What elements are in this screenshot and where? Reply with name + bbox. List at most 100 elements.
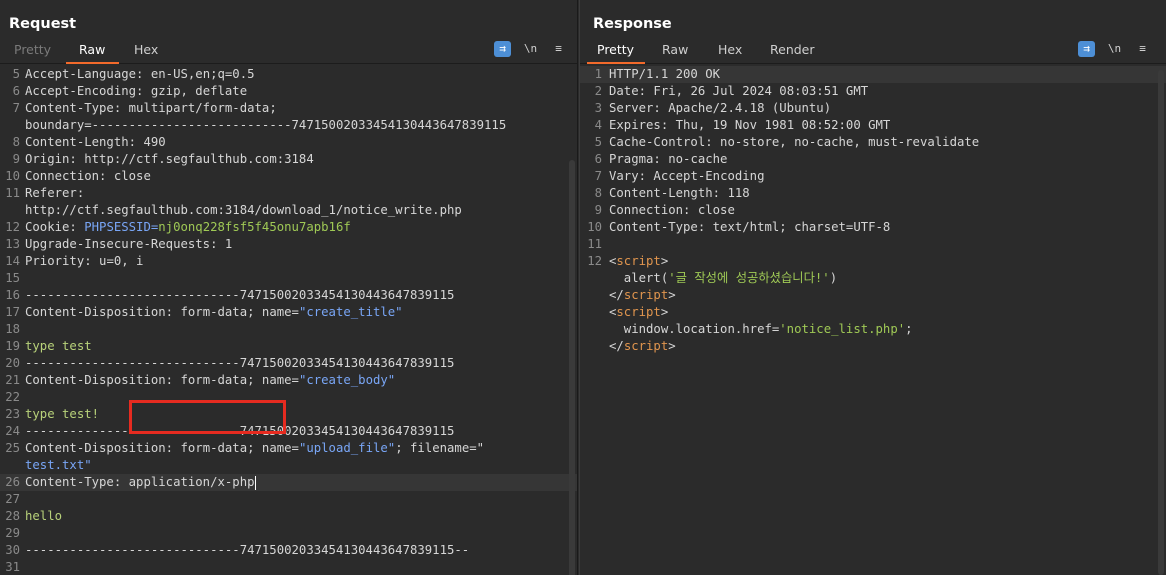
line-number: 15 xyxy=(5,271,20,285)
code-text: ; xyxy=(905,322,913,336)
line-number: 23 xyxy=(5,407,20,421)
line-content: </script> xyxy=(609,287,676,304)
header-value: 490 xyxy=(136,135,166,149)
request-editor[interactable]: 5 Accept-Language: en-US,en;q=0.5 6 Accept-… xyxy=(0,65,577,575)
header-name: Pragma: xyxy=(609,152,661,166)
line-number: 22 xyxy=(5,390,20,404)
line-content: http://ctf.segfaulthub.com:3184/download… xyxy=(25,202,462,219)
code-line: </script> xyxy=(580,338,1166,355)
code-line: 17 Content-Disposition: form-data; name="… xyxy=(0,304,577,321)
header-value: 118 xyxy=(720,186,750,200)
tag-bracket: > xyxy=(660,305,669,319)
request-scrollbar[interactable] xyxy=(569,160,575,575)
line-content: -----------------------------74715002033… xyxy=(25,423,454,440)
code-line: alert('글 작성에 성공하셨습니다!') xyxy=(580,270,1166,287)
tab-hex[interactable]: Hex xyxy=(134,42,158,57)
tab-raw[interactable]: Raw xyxy=(79,42,105,57)
line-content: Cookie: PHPSESSID=nj0onq228fsf5f45onu7ap… xyxy=(25,219,351,236)
wrap-lines-icon[interactable]: ⇉ xyxy=(494,41,511,57)
tag-bracket: > xyxy=(660,254,669,268)
line-content: Content-Type: multipart/form-data; xyxy=(25,100,277,117)
code-line: 20 -----------------------------747150020… xyxy=(0,355,577,372)
code-line: 6 Accept-Encoding: gzip, deflate xyxy=(0,83,577,100)
line-content: Content-Length: 118 xyxy=(609,185,750,202)
string-literal: 'notice_list.php' xyxy=(779,322,906,336)
code-line: 11 Referer: xyxy=(0,185,577,202)
body-text: type test! xyxy=(25,407,100,421)
tab-raw[interactable]: Raw xyxy=(662,42,688,57)
line-number: 2 xyxy=(594,84,602,98)
response-editor[interactable]: 1 HTTP/1.1 200 OK 2 Date: Fri, 26 Jul 2024 … xyxy=(580,65,1166,575)
line-content: Server: Apache/2.4.18 (Ubuntu) xyxy=(609,100,831,117)
show-newlines-icon[interactable]: \n xyxy=(522,41,539,57)
tab-pretty[interactable]: Pretty xyxy=(597,42,634,57)
body-text: type test xyxy=(25,339,92,353)
code-line: <script> xyxy=(580,304,1166,321)
line-number: 3 xyxy=(594,101,602,115)
header-value: alert( xyxy=(609,271,669,285)
code-line: 9 Connection: close xyxy=(580,202,1166,219)
code-line: 15 xyxy=(0,270,577,287)
code-line: window.location.href='notice_list.php'; xyxy=(580,321,1166,338)
code-line: 14 Priority: u=0, i xyxy=(0,253,577,270)
line-content: Priority: u=0, i xyxy=(25,253,143,270)
line-number: 8 xyxy=(594,186,602,200)
header-name: HTTP/1.1 200 OK xyxy=(609,67,721,81)
tag-name: script xyxy=(616,254,661,268)
header-value: http://ctf.segfaulthub.com:3184 xyxy=(76,152,314,166)
quoted-value: "create_body" xyxy=(298,373,396,387)
line-content: Origin: http://ctf.segfaulthub.com:3184 xyxy=(25,151,314,168)
code-line: 12 <script> xyxy=(580,253,1166,270)
line-number: 14 xyxy=(5,254,20,268)
line-number: 7 xyxy=(12,101,20,115)
header-value: window.location.href= xyxy=(609,322,780,336)
tab-render[interactable]: Render xyxy=(770,42,815,57)
menu-icon[interactable]: ≡ xyxy=(550,41,567,57)
menu-icon[interactable]: ≡ xyxy=(1134,41,1151,57)
tab-hex[interactable]: Hex xyxy=(718,42,742,57)
code-line: 7 Vary: Accept-Encoding xyxy=(580,168,1166,185)
request-tabs: Pretty Raw Hex xyxy=(0,38,577,64)
line-number: 1 xyxy=(594,67,602,81)
header-name: Accept-Language: xyxy=(25,67,144,81)
code-line: 7 Content-Type: multipart/form-data; xyxy=(0,100,577,117)
response-scrollbar[interactable] xyxy=(1158,70,1164,575)
header-name: Content-Disposition: xyxy=(25,305,174,319)
header-name: Vary: xyxy=(609,169,647,183)
header-value: ---------------------------7471500203345… xyxy=(91,118,507,132)
code-line: </script> xyxy=(580,287,1166,304)
header-name: Content-Length: xyxy=(25,135,137,149)
line-content: Upgrade-Insecure-Requests: 1 xyxy=(25,236,232,253)
line-content: Pragma: no-cache xyxy=(609,151,727,168)
code-line: 18 xyxy=(0,321,577,338)
line-number: 10 xyxy=(587,220,602,234)
line-content: Accept-Language: en-US,en;q=0.5 xyxy=(25,66,255,83)
line-number: 4 xyxy=(594,118,602,132)
code-line: 19 type test xyxy=(0,338,577,355)
wrap-lines-icon[interactable]: ⇉ xyxy=(1078,41,1095,57)
tab-pretty[interactable]: Pretty xyxy=(14,42,51,57)
header-value: -----------------------------74715002033… xyxy=(25,356,455,370)
header-value: text/html; charset=UTF-8 xyxy=(705,220,891,234)
line-content: Cache-Control: no-store, no-cache, must-… xyxy=(609,134,979,151)
line-content: <script> xyxy=(609,304,668,321)
line-number: 25 xyxy=(5,441,20,455)
string-literal: '글 작성에 성공하셨습니다!' xyxy=(668,271,830,285)
header-value: gzip, deflate xyxy=(143,84,248,98)
code-line: 24 -----------------------------747150020… xyxy=(0,423,577,440)
line-number: 29 xyxy=(5,526,20,540)
line-number: 8 xyxy=(12,135,20,149)
header-name: Server: xyxy=(609,101,661,115)
header-value: form-data; name= xyxy=(173,373,299,387)
tag-bracket: > xyxy=(668,288,676,302)
code-line: 2 Date: Fri, 26 Jul 2024 08:03:51 GMT xyxy=(580,83,1166,100)
line-content: Content-Type: text/html; charset=UTF-8 xyxy=(609,219,890,236)
body-text: hello xyxy=(25,509,63,523)
code-line: 11 xyxy=(580,236,1166,253)
show-newlines-icon[interactable]: \n xyxy=(1106,41,1123,57)
line-content: alert('글 작성에 성공하셨습니다!') xyxy=(609,270,837,287)
code-line: 29 xyxy=(0,525,577,542)
tag-name: script xyxy=(623,339,669,353)
header-value: no-store, no-cache, must-revalidate xyxy=(712,135,980,149)
line-number: 13 xyxy=(5,237,20,251)
